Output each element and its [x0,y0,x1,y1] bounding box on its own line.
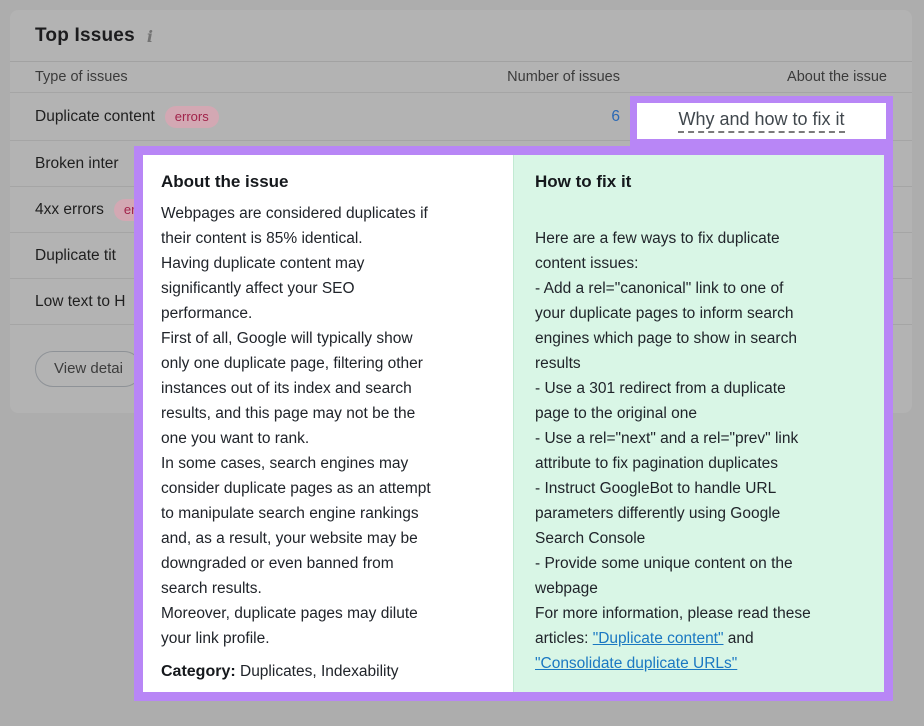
issue-label-duplicate-content: Duplicate content [35,108,155,126]
page-title: Top Issues [35,25,135,47]
column-header-number: Number of issues [450,69,620,85]
why-how-to-fix-highlight[interactable]: Why and how to fix it [630,96,893,146]
issue-label-low-text: Low text to H [35,293,125,311]
column-header-type: Type of issues [35,69,450,85]
consolidate-urls-article-link[interactable]: "Consolidate duplicate URLs" [535,655,737,672]
fix-body-separator: and [724,630,754,647]
category-label: Category: [161,663,236,680]
about-heading: About the issue [161,172,495,192]
why-how-to-fix-link[interactable]: Why and how to fix it [678,109,844,133]
info-icon[interactable]: i [147,27,153,46]
table-header-row: Type of issues Number of issues About th… [10,62,912,93]
about-the-issue-panel: About the issue Webpages are considered … [143,155,513,692]
issue-label-4xx-errors: 4xx errors [35,201,104,219]
errors-badge: errors [165,106,219,128]
card-header: Top Issues i [10,10,912,62]
fix-heading: How to fix it [535,172,868,192]
view-details-button[interactable]: View detai [35,351,142,387]
about-body-text: Webpages are considered duplicates if th… [161,201,495,651]
category-line: Category: Duplicates, Indexability [161,663,495,681]
duplicate-content-article-link[interactable]: "Duplicate content" [593,630,724,647]
issue-info-popover: About the issue Webpages are considered … [134,146,893,701]
how-to-fix-panel: How to fix it Here are a few ways to fix… [513,155,884,692]
fix-body-intro: Here are a few ways to fix duplicate con… [535,230,811,647]
fix-body-text: Here are a few ways to fix duplicate con… [535,201,868,676]
issue-count-link[interactable]: 6 [611,108,620,125]
category-value: Duplicates, Indexability [236,663,399,680]
issue-label-duplicate-title: Duplicate tit [35,247,116,265]
column-header-about: About the issue [620,69,887,85]
issue-label-broken-internal: Broken inter [35,155,119,173]
